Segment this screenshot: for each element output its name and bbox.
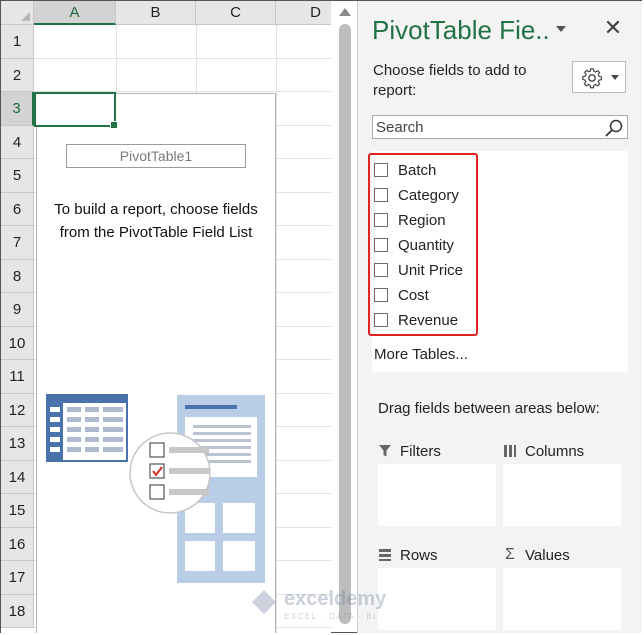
field-search-box[interactable]	[372, 115, 628, 139]
column-header-a[interactable]: A	[34, 1, 116, 25]
field-label: Category	[398, 186, 459, 204]
pivot-illustration	[46, 394, 265, 583]
filter-icon	[379, 445, 391, 457]
field-label: Region	[398, 211, 446, 229]
rows-icon	[379, 549, 391, 561]
drag-fields-label: Drag fields between areas below:	[378, 400, 600, 417]
pane-options-chevron-down-icon[interactable]	[556, 26, 566, 32]
columns-drop-zone[interactable]	[503, 464, 621, 526]
filters-drop-zone[interactable]	[378, 464, 496, 526]
column-header-d[interactable]: D	[276, 1, 331, 25]
field-item-cost[interactable]: Cost	[374, 284, 429, 306]
field-item-region[interactable]: Region	[374, 209, 446, 231]
columns-icon	[504, 445, 516, 457]
more-tables-link[interactable]: More Tables...	[374, 346, 468, 363]
row-header-8[interactable]: 8	[1, 259, 34, 293]
exceldemy-logo-icon	[252, 590, 276, 614]
pivot-instruction-line2: from the PivotTable Field List	[59, 224, 253, 241]
pivot-table-name: PivotTable1	[66, 144, 246, 168]
row-header-14[interactable]: 14	[1, 460, 34, 494]
checklist-illustration-icon	[129, 432, 211, 514]
vertical-scrollbar[interactable]	[336, 6, 354, 631]
rows-area-label: Rows	[400, 546, 438, 564]
values-drop-zone[interactable]	[503, 568, 621, 630]
close-icon[interactable]: ✕	[602, 17, 624, 39]
values-area[interactable]: Σ Values	[503, 542, 621, 634]
row-header-17[interactable]: 17	[1, 561, 34, 595]
pane-title: PivotTable Fie..	[372, 15, 550, 45]
field-label: Cost	[398, 286, 429, 304]
row-header-15[interactable]: 15	[1, 494, 34, 528]
row-header-7[interactable]: 7	[1, 226, 34, 260]
field-item-category[interactable]: Category	[374, 184, 459, 206]
search-icon[interactable]	[604, 118, 624, 138]
field-checkbox[interactable]	[374, 288, 388, 302]
watermark-name: exceldemy	[284, 588, 387, 610]
row-gridline	[34, 57, 331, 59]
exceldemy-watermark: exceldemy EXCEL · DATA · BI	[250, 588, 400, 624]
field-search-input[interactable]	[373, 116, 596, 138]
gear-icon	[582, 68, 603, 89]
field-label: Batch	[398, 161, 437, 179]
field-checkbox[interactable]	[374, 213, 388, 227]
row-header-13[interactable]: 13	[1, 427, 34, 461]
choose-fields-label: Choose fields to add to report:	[373, 62, 527, 99]
field-checkbox[interactable]	[374, 163, 388, 177]
column-header-b[interactable]: B	[116, 1, 196, 25]
field-checkbox[interactable]	[374, 188, 388, 202]
field-list: Batch Category Region Quantity Unit Pric…	[368, 151, 628, 372]
pivot-field-list-pane: PivotTable Fie.. ✕ Choose fields to add …	[357, 1, 642, 633]
field-item-batch[interactable]: Batch	[374, 159, 436, 181]
row-header-1[interactable]: 1	[1, 25, 34, 59]
watermark-tagline: EXCEL · DATA · BI	[284, 612, 377, 621]
row-header-18[interactable]: 18	[1, 594, 34, 628]
row-header-10[interactable]: 10	[1, 326, 34, 360]
row-header-9[interactable]: 9	[1, 293, 34, 327]
table-illustration-icon	[46, 394, 128, 462]
scroll-thumb[interactable]	[339, 24, 351, 624]
field-item-quantity[interactable]: Quantity	[374, 234, 454, 256]
scroll-up-arrow-icon[interactable]	[339, 8, 351, 16]
pivot-instruction-line1: To build a report, choose fields	[54, 201, 258, 218]
values-area-label: Values	[525, 546, 570, 564]
field-item-revenue[interactable]: Revenue	[374, 309, 458, 331]
field-item-unit-price[interactable]: Unit Price	[374, 259, 463, 281]
pivot-instruction: To build a report, choose fields from th…	[37, 198, 275, 244]
column-header-c[interactable]: C	[196, 1, 276, 25]
row-header-3[interactable]: 3	[1, 92, 34, 126]
select-all-corner[interactable]	[1, 1, 34, 25]
tools-chevron-down-icon	[611, 75, 619, 80]
filters-area[interactable]: Filters	[378, 438, 496, 530]
worksheet-grid: A B C D 1 2 3 4 5 6 7 8 9 10 11 12 13 14 15 16 17 18 Pivo…	[1, 1, 331, 633]
row-header-5[interactable]: 5	[1, 159, 34, 193]
field-checkbox[interactable]	[374, 263, 388, 277]
row-header-4[interactable]: 4	[1, 125, 34, 159]
field-label: Quantity	[398, 236, 454, 254]
row-header-11[interactable]: 11	[1, 360, 34, 394]
field-label: Revenue	[398, 311, 459, 329]
fill-handle[interactable]	[110, 121, 118, 129]
sigma-icon: Σ	[505, 546, 515, 563]
columns-area-label: Columns	[525, 442, 585, 460]
row-header-16[interactable]: 16	[1, 527, 34, 561]
active-cell-a3[interactable]	[34, 92, 118, 129]
tools-button[interactable]	[572, 61, 626, 93]
row-header-12[interactable]: 12	[1, 393, 34, 427]
field-checkbox[interactable]	[374, 313, 388, 327]
field-label: Unit Price	[398, 261, 464, 279]
row-header-2[interactable]: 2	[1, 58, 34, 92]
field-checkbox[interactable]	[374, 238, 388, 252]
row-header-6[interactable]: 6	[1, 192, 34, 226]
columns-area[interactable]: Columns	[503, 438, 621, 530]
filters-area-label: Filters	[400, 442, 441, 460]
